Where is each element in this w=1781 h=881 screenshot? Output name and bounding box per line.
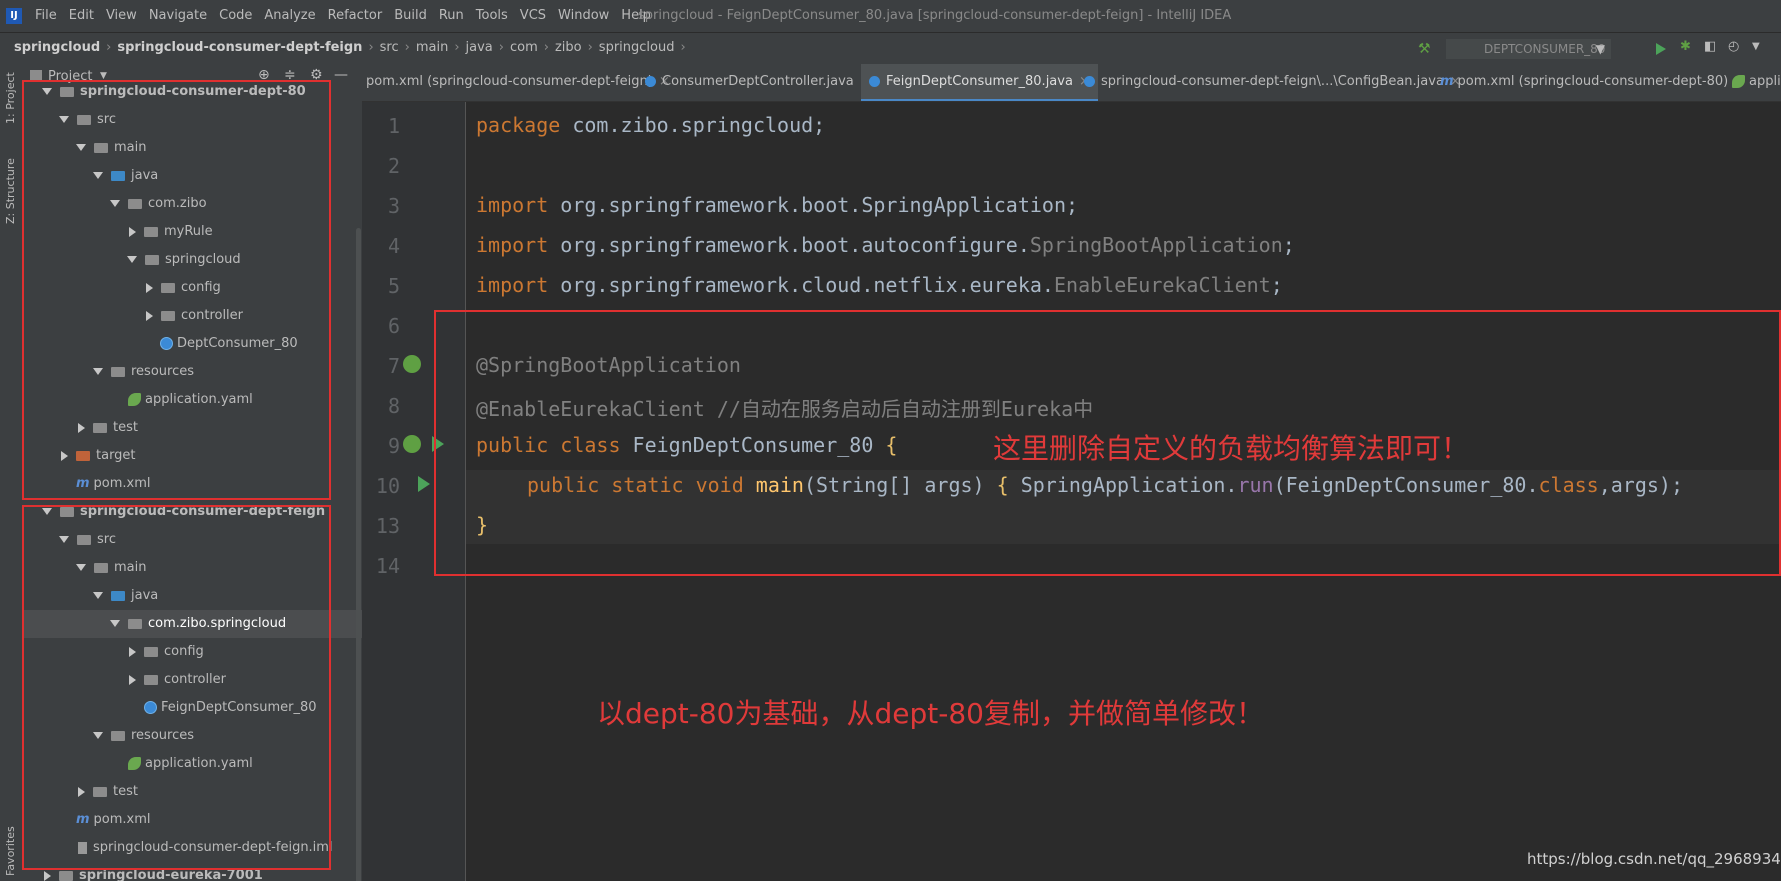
breadcrumb-item[interactable]: com — [510, 40, 538, 55]
tab-application[interactable]: appli — [1732, 64, 1781, 101]
class-icon — [1084, 76, 1095, 87]
tab-consumer-dept-controller[interactable]: ConsumerDeptController.java× — [645, 64, 871, 101]
module-folder-icon — [59, 870, 73, 881]
menu-bar: IJ File Edit View Navigate Code Analyze … — [0, 0, 1781, 32]
code-line-5: import org.springframework.cloud.netflix… — [476, 273, 1283, 297]
menu-navigate[interactable]: Navigate — [149, 8, 207, 23]
line-number: 10 — [375, 474, 400, 498]
menu-code[interactable]: Code — [219, 8, 252, 23]
caret-down-icon[interactable]: ▼ — [1752, 41, 1766, 55]
editor-tab-bar: pom.xml (springcloud-consumer-dept-feign… — [362, 64, 1781, 102]
code-line-4: import org.springframework.boot.autoconf… — [476, 233, 1295, 257]
main-menu: File Edit View Navigate Code Analyze Ref… — [35, 8, 651, 23]
chevron-right-icon: › — [498, 40, 504, 55]
run-config-label: DEPTCONSUMER_80 — [1484, 42, 1606, 56]
spring-bean-icon[interactable] — [403, 435, 421, 453]
menu-view[interactable]: View — [106, 8, 137, 23]
code-line-1: package com.zibo.springcloud; — [476, 113, 826, 137]
highlight-box-dept-80 — [22, 80, 331, 500]
line-number: 7 — [387, 354, 400, 378]
minimize-icon[interactable]: — — [334, 67, 348, 83]
breadcrumb-item[interactable]: springcloud — [14, 40, 100, 55]
breadcrumb-item[interactable]: springcloud-consumer-dept-feign — [117, 40, 362, 55]
menu-build[interactable]: Build — [394, 8, 427, 23]
chevron-right-icon: › — [404, 40, 410, 55]
profile-icon[interactable]: ◴ — [1728, 39, 1742, 54]
breadcrumb-item[interactable]: main — [416, 40, 448, 55]
menu-refactor[interactable]: Refactor — [328, 8, 383, 23]
breadcrumb-item[interactable]: zibo — [555, 40, 582, 55]
line-number: 13 — [375, 514, 400, 538]
navigation-bar: springcloud › springcloud-consumer-dept-f… — [0, 32, 1781, 64]
breadcrumb-item[interactable]: java — [466, 40, 493, 55]
menu-edit[interactable]: Edit — [69, 8, 94, 23]
line-number: 6 — [387, 314, 400, 338]
chevron-right-icon: › — [106, 40, 112, 55]
line-number: 2 — [387, 154, 400, 178]
line-number: 8 — [387, 394, 400, 418]
menu-window[interactable]: Window — [558, 8, 609, 23]
window-title: springcloud - FeignDeptConsumer_80.java … — [638, 8, 1232, 23]
line-number: 3 — [387, 194, 400, 218]
line-number: 14 — [375, 554, 400, 578]
structure-tool-button[interactable]: Z: Structure — [4, 158, 17, 224]
coverage-icon[interactable]: ◧ — [1704, 39, 1718, 54]
breadcrumb-item[interactable]: springcloud — [599, 40, 675, 55]
collapse-arrow-icon[interactable] — [44, 870, 51, 881]
line-number: 5 — [387, 274, 400, 298]
spring-class-icon — [869, 76, 880, 87]
caret-down-icon: ▼ — [1595, 42, 1605, 56]
annotation-note: 以dept-80为基础，从dept-80复制，并做简单修改！ — [597, 697, 1264, 730]
menu-tools[interactable]: Tools — [476, 8, 508, 23]
chevron-right-icon: › — [454, 40, 460, 55]
highlight-box-dept-feign — [22, 505, 331, 870]
run-gutter-icon[interactable] — [418, 476, 430, 492]
left-tool-stripe: 1: Project Z: Structure Favorites — [0, 64, 22, 881]
tab-pom-dept-80[interactable]: mpom.xml (springcloud-consumer-dept-80)× — [1440, 64, 1745, 101]
menu-file[interactable]: File — [35, 8, 57, 23]
hammer-build-icon[interactable]: ⚒ — [1418, 41, 1432, 57]
menu-vcs[interactable]: VCS — [520, 8, 546, 23]
chevron-right-icon: › — [368, 40, 374, 55]
run-config-dropdown[interactable]: DEPTCONSUMER_80 ▼ — [1446, 39, 1611, 59]
class-icon — [645, 76, 656, 87]
chevron-right-icon: › — [587, 40, 593, 55]
line-number: 1 — [387, 114, 400, 138]
project-scrollbar[interactable] — [356, 228, 361, 881]
spring-yaml-icon — [1732, 75, 1745, 88]
run-icon[interactable] — [1656, 43, 1666, 55]
debug-icon[interactable]: ✱ — [1680, 39, 1694, 54]
tab-config-bean[interactable]: springcloud-consumer-dept-feign\...\Conf… — [1084, 64, 1461, 101]
annotation-note: 这里删除自定义的负载均衡算法即可！ — [993, 432, 1470, 465]
spring-bean-icon[interactable] — [403, 355, 421, 373]
tab-feign-dept-consumer[interactable]: FeignDeptConsumer_80.java× — [861, 64, 1098, 101]
favorites-tool-button[interactable]: Favorites — [4, 826, 17, 876]
code-line-3: import org.springframework.boot.SpringAp… — [476, 193, 1079, 217]
tab-pom-feign[interactable]: pom.xml (springcloud-consumer-dept-feign… — [362, 64, 670, 101]
menu-analyze[interactable]: Analyze — [264, 8, 315, 23]
project-tool-button[interactable]: 1: Project — [4, 72, 17, 124]
breadcrumb-item[interactable]: src — [380, 40, 399, 55]
watermark: https://blog.csdn.net/qq_29689343 — [1527, 850, 1781, 868]
menu-run[interactable]: Run — [439, 8, 464, 23]
chevron-right-icon: › — [680, 40, 686, 55]
line-number: 9 — [387, 434, 400, 458]
intellij-logo-icon: IJ — [6, 8, 22, 24]
chevron-right-icon: › — [543, 40, 549, 55]
line-number: 4 — [387, 234, 400, 258]
maven-icon: m — [1440, 74, 1454, 89]
breadcrumb: springcloud › springcloud-consumer-dept-f… — [14, 40, 686, 55]
